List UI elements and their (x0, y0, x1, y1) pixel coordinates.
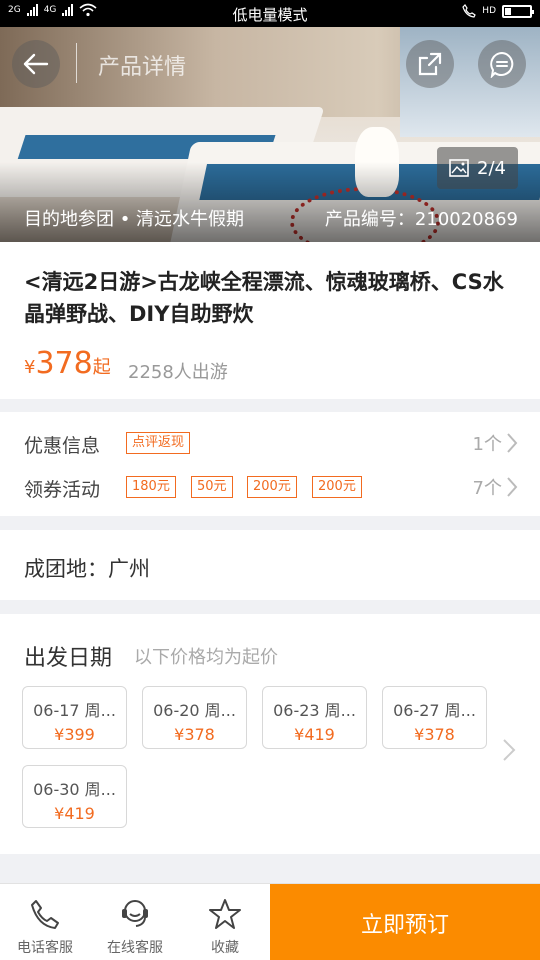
phone-service-tab[interactable]: 电话客服 (0, 884, 90, 960)
back-button[interactable] (12, 40, 60, 88)
chevron-right-icon (507, 433, 518, 453)
traveler-count: 2258人出游 (128, 362, 228, 383)
coupon-tag[interactable]: 180元 (126, 476, 176, 498)
image-counter-text: 2/4 (477, 157, 506, 179)
discount-label: 优惠信息 (24, 435, 101, 457)
date-price: ¥399 (54, 725, 95, 744)
date-card[interactable]: 06-30 周... ¥419 (22, 765, 127, 828)
status-bar: 2G 4G 低电量模式 HD (0, 0, 540, 27)
date-price: ¥419 (294, 725, 335, 744)
coupon-tag[interactable]: 50元 (191, 476, 233, 498)
favorite-label: 收藏 (211, 940, 239, 956)
date-price: ¥378 (174, 725, 215, 744)
phone-icon (31, 900, 59, 929)
discount-count: 1个 (472, 434, 502, 455)
discount-row-link[interactable]: 1个 (473, 430, 518, 456)
coupon-count: 7个 (472, 478, 502, 499)
price: ¥378起 (24, 346, 111, 381)
battery-icon (502, 4, 534, 18)
image-counter: 2/4 (437, 147, 518, 189)
bottom-action-bar: 电话客服 在线客服 收藏 立即预订 (0, 883, 540, 960)
headset-icon (122, 900, 148, 927)
date-text: 06-27 周... (393, 701, 476, 720)
departure-subtitle: 以下价格均为起价 (134, 647, 278, 668)
date-card[interactable]: 06-20 周... ¥378 (142, 686, 247, 749)
gallery-icon (449, 159, 469, 177)
message-button[interactable] (478, 40, 526, 88)
coupon-label: 领券活动 (24, 479, 101, 501)
phone-hd-icon (462, 4, 477, 18)
price-symbol: ¥ (24, 357, 36, 378)
price-value: 378 (35, 346, 93, 381)
price-suffix: 起 (92, 357, 111, 378)
product-title: <清远2日游>古龙峡全程漂流、惊魂玻璃桥、CS水晶弹野战、DIY自助野炊 (24, 270, 504, 326)
header-divider (76, 43, 77, 83)
chevron-right-icon (503, 739, 516, 761)
favorite-tab[interactable]: 收藏 (180, 884, 270, 960)
online-service-tab[interactable]: 在线客服 (90, 884, 180, 960)
origin-city: 成团地：广州 (24, 557, 150, 581)
book-now-button[interactable]: 立即预订 (270, 884, 540, 960)
date-text: 06-23 周... (273, 701, 356, 720)
message-icon (490, 51, 514, 78)
coupon-row-link[interactable]: 7个 (473, 474, 518, 500)
product-image-carousel[interactable]: 产品详情 2/4 目的地参团 • 清远水牛假期 产品编号：210020869 (0, 27, 540, 242)
date-card[interactable]: 06-27 周... ¥378 (382, 686, 487, 749)
coupon-tag[interactable]: 200元 (247, 476, 297, 498)
date-price: ¥419 (54, 804, 95, 823)
coupon-tag[interactable]: 200元 (312, 476, 362, 498)
star-icon (209, 899, 241, 929)
share-button[interactable] (406, 40, 454, 88)
hd-badge: HD (482, 6, 496, 16)
departure-title: 出发日期 (24, 646, 113, 671)
more-dates-button[interactable] (502, 738, 516, 766)
date-card[interactable]: 06-23 周... ¥419 (262, 686, 367, 749)
share-icon (418, 52, 442, 76)
date-text: 06-30 周... (33, 780, 116, 799)
phone-service-label: 电话客服 (17, 940, 73, 956)
product-code: 产品编号：210020869 (324, 209, 518, 230)
online-service-label: 在线客服 (107, 940, 163, 956)
tour-source: 目的地参团 • 清远水牛假期 (24, 209, 245, 230)
discount-tag: 点评返现 (126, 432, 191, 454)
date-text: 06-17 周... (33, 701, 116, 720)
chevron-right-icon (507, 477, 518, 497)
date-card[interactable]: 06-17 周... ¥399 (22, 686, 127, 749)
date-text: 06-20 周... (153, 701, 236, 720)
low-power-mode-text: 低电量模式 (232, 6, 308, 24)
back-arrow-icon (23, 53, 49, 75)
page-title: 产品详情 (98, 55, 187, 80)
date-price: ¥378 (414, 725, 455, 744)
